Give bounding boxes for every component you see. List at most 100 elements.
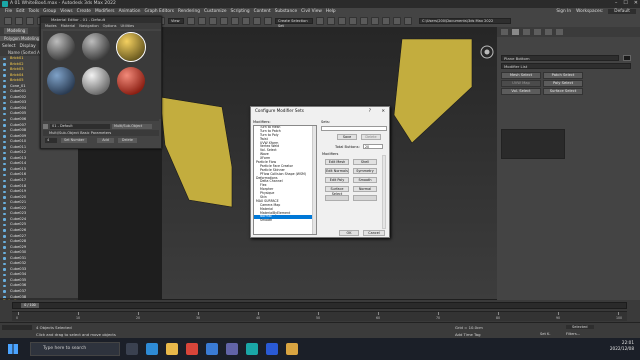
align-icon[interactable] [327, 17, 335, 25]
menu-animation[interactable]: Animation [119, 9, 141, 14]
undo-icon[interactable] [4, 17, 12, 25]
3dsmax-taskbar-icon[interactable] [246, 343, 258, 355]
modifier-slot-button[interactable] [325, 195, 349, 201]
set-number-button[interactable]: Set Number [61, 138, 88, 143]
dialog-close-button[interactable]: ✕ [381, 107, 385, 115]
material-slot-2[interactable] [82, 33, 110, 61]
menu-modifiers[interactable]: Modifiers [95, 9, 115, 14]
chrome-icon[interactable] [186, 343, 198, 355]
visibility-toggle-icon[interactable] [3, 85, 6, 88]
visibility-toggle-icon[interactable] [3, 140, 6, 144]
snap-toggle-icon[interactable] [220, 17, 228, 25]
edge-icon[interactable] [146, 343, 158, 355]
system-tray-clock[interactable]: 22:01 2022/12/08 [610, 340, 634, 352]
me-menu-modes[interactable]: Modes [45, 23, 57, 29]
add-button[interactable]: Add [97, 138, 114, 143]
eyedropper-icon[interactable] [43, 123, 48, 129]
menu-graph-editors[interactable]: Graph Editors [144, 9, 174, 14]
modifier-slot-button[interactable]: Edit Poly [325, 177, 349, 183]
render-production-icon[interactable] [404, 17, 412, 25]
ribbon-tab-modeling[interactable]: Modeling [4, 28, 29, 34]
save-button[interactable]: Save [337, 134, 357, 140]
curve-editor-icon[interactable] [349, 17, 357, 25]
visibility-toggle-icon[interactable] [3, 135, 6, 138]
modifier-slot-button[interactable]: Smooth [353, 177, 377, 183]
keyboard-shortcut-icon[interactable] [209, 17, 217, 25]
menu-civil-view[interactable]: Civil View [301, 9, 322, 14]
visibility-toggle-icon[interactable] [3, 162, 6, 166]
visibility-toggle-icon[interactable] [3, 207, 6, 210]
visibility-toggle-icon[interactable] [3, 124, 6, 127]
tab-display[interactable]: Display [20, 44, 36, 49]
add-time-tag-button[interactable]: Add Time Tag [455, 332, 480, 337]
mail-icon[interactable] [206, 343, 218, 355]
visibility-toggle-icon[interactable] [3, 273, 6, 277]
uvw-map-button[interactable]: UVW Map [501, 80, 541, 87]
hierarchy-tab-icon[interactable] [523, 29, 530, 35]
selection-set-dropdown[interactable]: Create Selection Set [275, 18, 313, 28]
menu-substance[interactable]: Substance [275, 9, 297, 14]
visibility-toggle-icon[interactable] [3, 168, 6, 171]
set-key-button[interactable]: Set K. [540, 332, 551, 336]
me-menu-options[interactable]: Options [103, 23, 117, 29]
visibility-toggle-icon[interactable] [3, 151, 6, 155]
visibility-toggle-icon[interactable] [3, 146, 6, 149]
material-slot-4[interactable] [47, 67, 75, 95]
menu-rendering[interactable]: Rendering [178, 9, 200, 14]
menu-create[interactable]: Create [77, 9, 91, 14]
folder-icon[interactable] [286, 343, 298, 355]
delete-set-button[interactable]: Delete [361, 134, 381, 140]
visibility-toggle-icon[interactable] [3, 223, 6, 227]
mirror-icon[interactable] [316, 17, 324, 25]
object-name-field[interactable]: Plane Bottom [501, 55, 619, 61]
visibility-toggle-icon[interactable] [3, 118, 6, 122]
key-filter-dropdown[interactable]: Selected [566, 325, 594, 329]
patch-select-button[interactable]: Patch Select [543, 72, 583, 79]
create-tab-icon[interactable] [501, 29, 508, 35]
menu-views[interactable]: Views [60, 9, 72, 14]
rollout-title[interactable]: Multi/Sub-Object Basic Parameters [43, 130, 159, 136]
visibility-toggle-icon[interactable] [3, 173, 6, 177]
dialog-help-button[interactable]: ? [369, 107, 371, 115]
visibility-toggle-icon[interactable] [3, 90, 6, 94]
modifier-slot-button[interactable] [353, 195, 377, 201]
menu-file[interactable]: File [5, 9, 12, 14]
motion-tab-icon[interactable] [534, 29, 541, 35]
visibility-toggle-icon[interactable] [3, 112, 6, 116]
rendered-frame-icon[interactable] [393, 17, 401, 25]
material-slot-6[interactable] [117, 67, 145, 95]
link-icon[interactable] [26, 17, 34, 25]
visibility-toggle-icon[interactable] [3, 68, 6, 72]
visibility-toggle-icon[interactable] [3, 179, 6, 183]
teams-icon[interactable] [226, 343, 238, 355]
me-menu-material[interactable]: Material [61, 23, 76, 29]
menu-help[interactable]: Help [326, 9, 336, 14]
grid-scrollbar[interactable] [382, 155, 386, 229]
material-name-field[interactable]: 01 - Default [50, 123, 110, 129]
material-editor-icon[interactable] [371, 17, 379, 25]
menu-edit[interactable]: Edit [16, 9, 24, 14]
menu-scripting[interactable]: Scripting [231, 9, 250, 14]
percent-snap-icon[interactable] [242, 17, 250, 25]
visibility-toggle-icon[interactable] [3, 212, 6, 216]
visibility-toggle-icon[interactable] [3, 279, 6, 282]
ok-button[interactable]: OK [339, 230, 359, 236]
menu-group[interactable]: Group [43, 9, 56, 14]
visibility-toggle-icon[interactable] [3, 74, 6, 77]
modifier-slot-button[interactable]: Edit Normals [325, 168, 349, 174]
photoshop-icon[interactable] [266, 343, 278, 355]
me-menu-navigation[interactable]: Navigation [79, 23, 98, 29]
mesh-select-button[interactable]: Mesh Select [501, 72, 541, 79]
material-slot-3-active[interactable] [116, 32, 146, 62]
visibility-toggle-icon[interactable] [3, 240, 6, 244]
sign-in-link[interactable]: Sign In [556, 9, 571, 14]
material-slot-5[interactable] [82, 67, 110, 95]
minimize-button[interactable]: – [615, 0, 618, 6]
pivot-center-icon[interactable] [187, 17, 195, 25]
menu-tools[interactable]: Tools [29, 9, 40, 14]
modifier-stack[interactable] [501, 129, 565, 159]
me-menu-utilities[interactable]: Utilities [121, 23, 135, 29]
utilities-tab-icon[interactable] [556, 29, 563, 35]
ribbon-polygon-modeling[interactable]: Polygon Modeling [0, 36, 43, 41]
time-slider[interactable]: 0 / 100 [12, 302, 627, 309]
